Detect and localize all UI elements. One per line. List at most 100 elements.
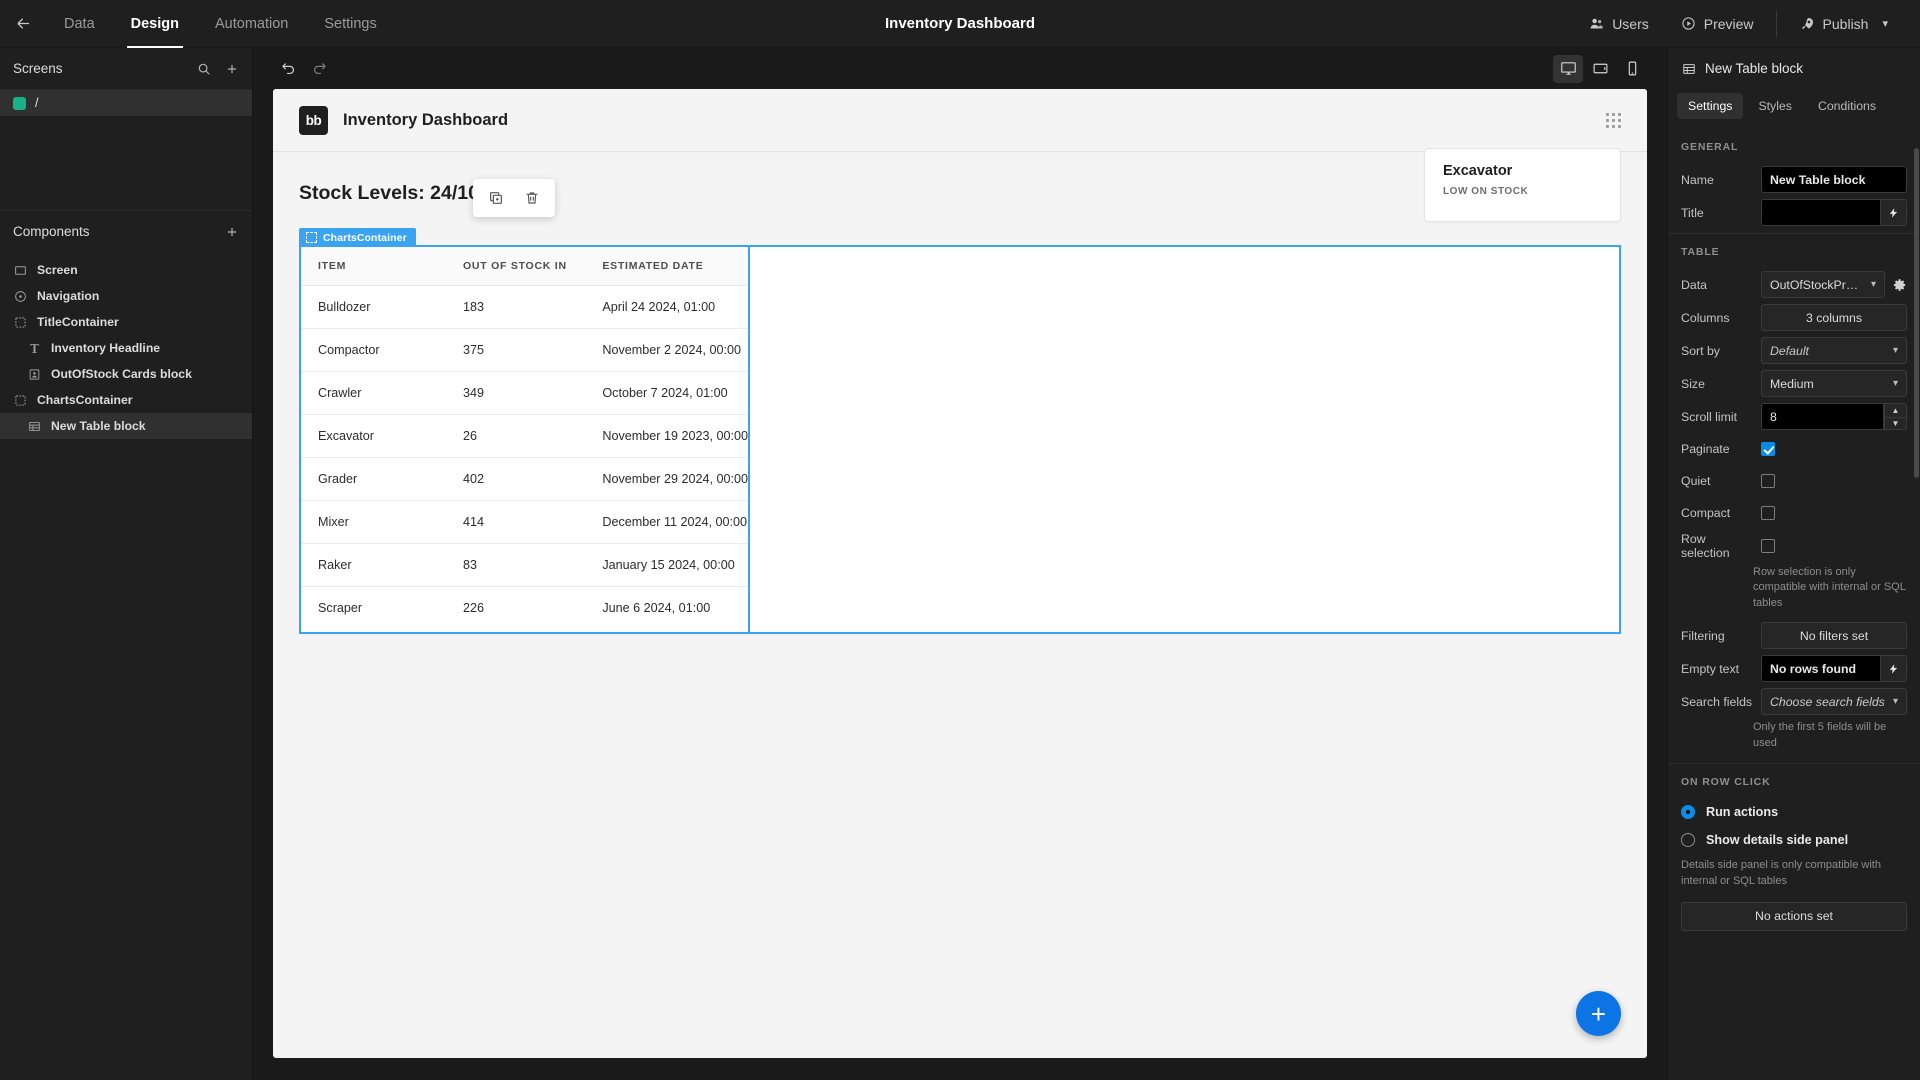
stepper-up-icon[interactable]: ▲ <box>1884 403 1907 417</box>
cell-item: Excavator <box>301 414 446 458</box>
tab-automation[interactable]: Automation <box>197 0 306 48</box>
binding-lightning-icon[interactable] <box>1881 655 1907 683</box>
redo-icon[interactable] <box>304 60 335 77</box>
radio-run-actions[interactable]: Run actions <box>1668 798 1920 826</box>
preview-app-header: bb Inventory Dashboard <box>273 89 1647 152</box>
add-screen-icon[interactable] <box>225 62 239 76</box>
actions-button[interactable]: No actions set <box>1681 901 1907 931</box>
preview-title: Inventory Dashboard <box>343 110 509 129</box>
tab-conditions-panel[interactable]: Conditions <box>1807 93 1887 119</box>
settings-scrollbar[interactable] <box>1914 148 1919 478</box>
cell-out-of-stock-in: 183 <box>446 285 586 329</box>
component-item-chartscontainer[interactable]: ChartsContainer <box>0 387 252 413</box>
charts-container-selection[interactable]: ChartsContainer ITEM OUT OF STOCK IN EST… <box>299 228 1621 634</box>
component-item-titlecontainer[interactable]: TitleContainer <box>0 309 252 335</box>
delete-icon[interactable] <box>519 185 545 211</box>
add-component-fab[interactable]: + <box>1576 991 1621 1036</box>
tab-data[interactable]: Data <box>46 0 113 48</box>
paginate-checkbox[interactable] <box>1761 442 1775 456</box>
table-row[interactable]: Raker 83 January 15 2024, 00:00 <box>301 543 748 587</box>
row-selection-checkbox[interactable] <box>1761 539 1775 553</box>
table-block[interactable]: ITEM OUT OF STOCK IN ESTIMATED DATE Bull… <box>301 247 750 632</box>
tab-design[interactable]: Design <box>113 0 197 48</box>
field-data: Data OutOfStockPr… ▾ <box>1668 268 1920 301</box>
undo-icon[interactable] <box>273 60 304 77</box>
app-preview-canvas[interactable]: bb Inventory Dashboard Stock Levels: 24/… <box>273 89 1647 1058</box>
desktop-icon[interactable] <box>1553 54 1583 83</box>
screen-color-swatch <box>13 96 26 110</box>
sidebar-item-screen-root[interactable]: / <box>0 90 252 116</box>
column-header-out-of-stock-in[interactable]: OUT OF STOCK IN <box>446 247 586 286</box>
users-button[interactable]: Users <box>1573 0 1665 48</box>
table-row[interactable]: Compactor 375 November 2 2024, 00:00 <box>301 328 748 372</box>
component-label: New Table block <box>51 419 146 433</box>
back-button[interactable] <box>0 0 46 48</box>
duplicate-icon[interactable] <box>483 185 509 211</box>
columns-label: Columns <box>1681 310 1730 325</box>
publish-button[interactable]: Publish ▾ <box>1783 0 1904 48</box>
preview-button[interactable]: Preview <box>1665 0 1770 48</box>
tab-settings[interactable]: Settings <box>306 0 394 48</box>
columns-button[interactable]: 3 columns <box>1761 304 1907 331</box>
main-body: Screens / Components Screen Navigation T… <box>0 48 1920 1080</box>
low-stock-card[interactable]: Excavator LOW ON STOCK <box>1424 148 1621 222</box>
table-row[interactable]: Crawler 349 October 7 2024, 01:00 <box>301 371 748 415</box>
table-row[interactable]: Excavator 26 November 19 2023, 00:00 <box>301 414 748 458</box>
cell-estimated-date: November 19 2023, 00:00 <box>585 414 748 458</box>
table-row[interactable]: Grader 402 November 29 2024, 00:00 <box>301 457 748 501</box>
empty-text-input[interactable]: No rows found <box>1761 655 1881 683</box>
chevron-down-icon: ▾ <box>1870 279 1876 290</box>
column-header-estimated-date[interactable]: ESTIMATED DATE <box>585 247 748 286</box>
stepper-down-icon[interactable]: ▼ <box>1884 416 1907 430</box>
component-item-navigation[interactable]: Navigation <box>0 283 252 309</box>
table-row[interactable]: Mixer 414 December 11 2024, 00:00 <box>301 500 748 544</box>
table-row[interactable]: Bulldozer 183 April 24 2024, 01:00 <box>301 285 748 329</box>
cell-estimated-date: October 7 2024, 01:00 <box>585 371 748 415</box>
name-input[interactable]: New Table block <box>1761 166 1907 193</box>
cell-out-of-stock-in: 402 <box>446 457 586 501</box>
table-row[interactable]: Scraper 226 June 6 2024, 01:00 <box>301 587 748 630</box>
component-item-outofstock-cards[interactable]: OutOfStock Cards block <box>0 361 252 387</box>
mobile-icon[interactable] <box>1617 55 1647 83</box>
cell-item: Mixer <box>301 500 446 544</box>
quiet-checkbox[interactable] <box>1761 474 1775 488</box>
component-item-new-table-block[interactable]: New Table block <box>0 413 252 439</box>
left-sidebar: Screens / Components Screen Navigation T… <box>0 48 253 1080</box>
search-fields-select[interactable]: Choose search fields ▾ <box>1761 688 1907 716</box>
radio-show-details-side-panel[interactable]: Show details side panel <box>1668 826 1920 854</box>
scroll-limit-input[interactable]: 8 <box>1761 403 1884 430</box>
table-header-row: ITEM OUT OF STOCK IN ESTIMATED DATE <box>301 247 748 286</box>
sort-by-select[interactable]: Default ▾ <box>1761 337 1907 364</box>
data-select[interactable]: OutOfStockPr… ▾ <box>1761 271 1885 298</box>
settings-scroll-area[interactable]: GENERAL Name New Table block Title TABLE… <box>1668 129 1920 1080</box>
row-selection-hint: Row selection is only compatible with in… <box>1753 566 1906 609</box>
cell-out-of-stock-in: 375 <box>446 328 586 372</box>
field-sort-by: Sort by Default ▾ <box>1668 334 1920 367</box>
settings-header: New Table block <box>1668 48 1920 89</box>
filtering-button[interactable]: No filters set <box>1761 622 1907 650</box>
field-quiet: Quiet <box>1668 465 1920 497</box>
tab-styles-panel[interactable]: Styles <box>1747 93 1803 119</box>
screens-title: Screens <box>13 61 63 76</box>
search-icon[interactable] <box>197 62 211 76</box>
title-label: Title <box>1681 205 1704 220</box>
tab-settings-panel[interactable]: Settings <box>1677 93 1744 119</box>
cell-item: Raker <box>301 543 446 587</box>
cell-out-of-stock-in: 226 <box>463 601 485 615</box>
chevron-down-icon: ▾ <box>1882 18 1888 30</box>
selection-tag[interactable]: ChartsContainer <box>299 228 416 247</box>
column-header-item[interactable]: ITEM <box>301 247 446 286</box>
drag-grip-icon[interactable] <box>1606 112 1621 128</box>
size-select[interactable]: Medium ▾ <box>1761 370 1907 397</box>
gear-icon[interactable] <box>1891 278 1907 292</box>
add-component-icon[interactable] <box>225 225 239 239</box>
component-item-inventory-headline[interactable]: Inventory Headline <box>0 335 252 361</box>
search-fields-label: Search fields <box>1681 694 1753 709</box>
compact-checkbox[interactable] <box>1761 506 1775 520</box>
empty-chart-slot[interactable] <box>750 247 1619 632</box>
component-item-screen[interactable]: Screen <box>0 257 252 283</box>
tablet-icon[interactable] <box>1585 55 1615 83</box>
binding-lightning-icon[interactable] <box>1881 199 1907 226</box>
component-label: Inventory Headline <box>51 341 161 355</box>
title-input[interactable] <box>1761 199 1881 226</box>
